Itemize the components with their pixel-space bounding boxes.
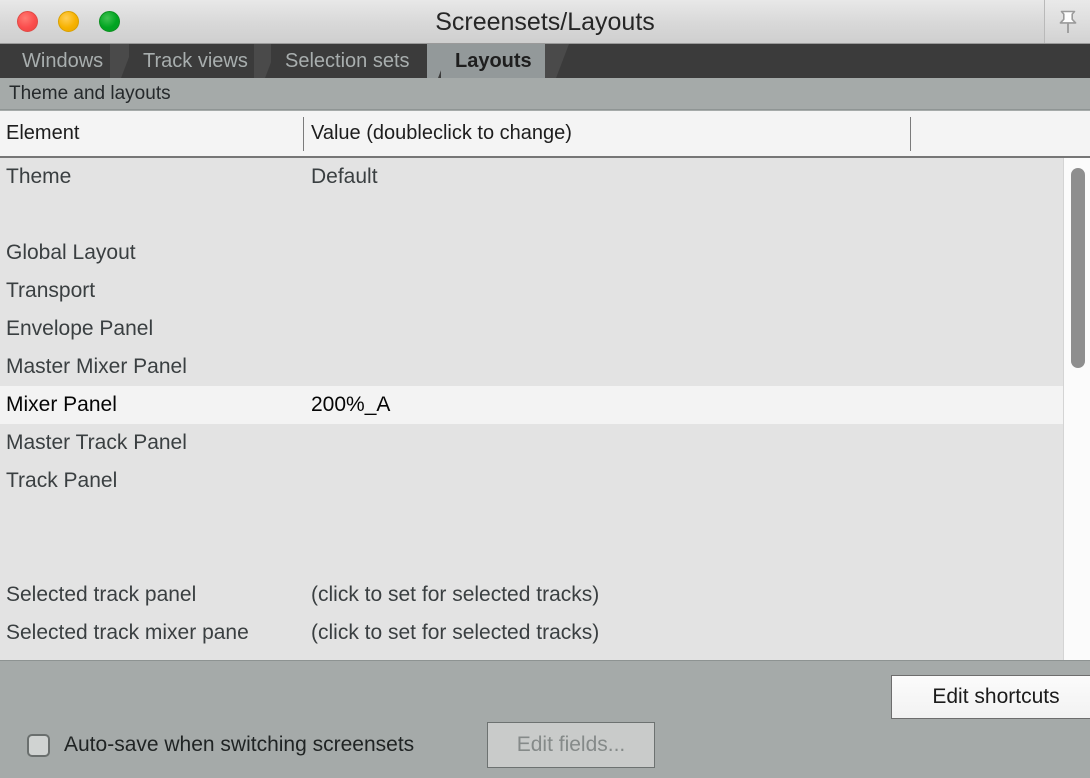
- tab-separator: [545, 44, 569, 78]
- autosave-checkbox-label: Auto-save when switching screensets: [64, 733, 414, 757]
- table-row[interactable]: Global Layout: [0, 234, 1063, 272]
- row-value-label[interactable]: (click to set for selected tracks): [311, 614, 599, 652]
- scrollbar-thumb[interactable]: [1071, 168, 1085, 368]
- pin-icon: [1055, 8, 1081, 36]
- table-row[interactable]: Envelope Panel: [0, 310, 1063, 348]
- row-element-label: Master Track Panel: [6, 424, 187, 462]
- column-divider-2[interactable]: [910, 117, 911, 151]
- table-row[interactable]: Mixer Panel 200%_A: [0, 386, 1063, 424]
- row-element-label: Selected track panel: [6, 576, 196, 614]
- tab-track-views[interactable]: Track views: [129, 44, 262, 78]
- row-value-label[interactable]: 200%_A: [311, 386, 390, 424]
- table-row[interactable]: Theme Default: [0, 158, 1063, 196]
- table-row[interactable]: [0, 196, 1063, 234]
- table-row[interactable]: [0, 500, 1063, 538]
- row-element-label: Master Mixer Panel: [6, 348, 187, 386]
- screensets-layouts-window: Screensets/Layouts Windows Track views S…: [0, 0, 1090, 778]
- column-header-value[interactable]: Value (doubleclick to change): [311, 111, 572, 156]
- table-row[interactable]: Master Track Panel: [0, 424, 1063, 462]
- column-header: Element Value (doubleclick to change): [0, 111, 1090, 158]
- tab-windows[interactable]: Windows: [8, 44, 117, 78]
- table-row[interactable]: Master Mixer Panel: [0, 348, 1063, 386]
- row-element-label: Global Layout: [6, 234, 136, 272]
- vertical-scrollbar[interactable]: [1063, 158, 1090, 660]
- row-element-label: Selected track mixer pane: [6, 614, 249, 652]
- edit-shortcuts-button[interactable]: Edit shortcuts: [891, 675, 1090, 719]
- row-element-label: Envelope Panel: [6, 310, 153, 348]
- row-element-label: Transport: [6, 272, 95, 310]
- row-value-label[interactable]: Default: [311, 158, 378, 196]
- row-element-label: Mixer Panel: [6, 386, 117, 424]
- row-element-label: Theme: [6, 158, 71, 196]
- section-label: Theme and layouts: [0, 78, 1090, 110]
- tab-selection-sets[interactable]: Selection sets: [271, 44, 424, 78]
- table-row[interactable]: Transport: [0, 272, 1063, 310]
- tab-layouts[interactable]: Layouts: [441, 44, 545, 78]
- title-bar: Screensets/Layouts: [0, 0, 1090, 44]
- table-row[interactable]: Track Panel: [0, 462, 1063, 500]
- column-divider-1[interactable]: [303, 117, 304, 151]
- column-header-element[interactable]: Element: [6, 111, 79, 156]
- pin-window-button[interactable]: [1044, 0, 1090, 43]
- window-title: Screensets/Layouts: [0, 0, 1090, 44]
- row-element-label: Track Panel: [6, 462, 117, 500]
- autosave-checkbox[interactable]: [27, 734, 50, 757]
- table-row[interactable]: Selected track panel (click to set for se…: [0, 576, 1063, 614]
- table-row[interactable]: Selected track mixer pane (click to set f…: [0, 614, 1063, 652]
- edit-fields-button: Edit fields...: [487, 722, 655, 768]
- layouts-list: Theme Default Global LayoutTransportEnvelo…: [0, 158, 1090, 660]
- tab-strip: Windows Track views Selection sets Layou…: [0, 44, 1090, 78]
- table-row[interactable]: [0, 538, 1063, 576]
- row-value-label[interactable]: (click to set for selected tracks): [311, 576, 599, 614]
- autosave-checkbox-row[interactable]: Auto-save when switching screensets: [27, 733, 414, 757]
- bottom-panel: Edit shortcuts Edit fields... Auto-save …: [0, 660, 1090, 778]
